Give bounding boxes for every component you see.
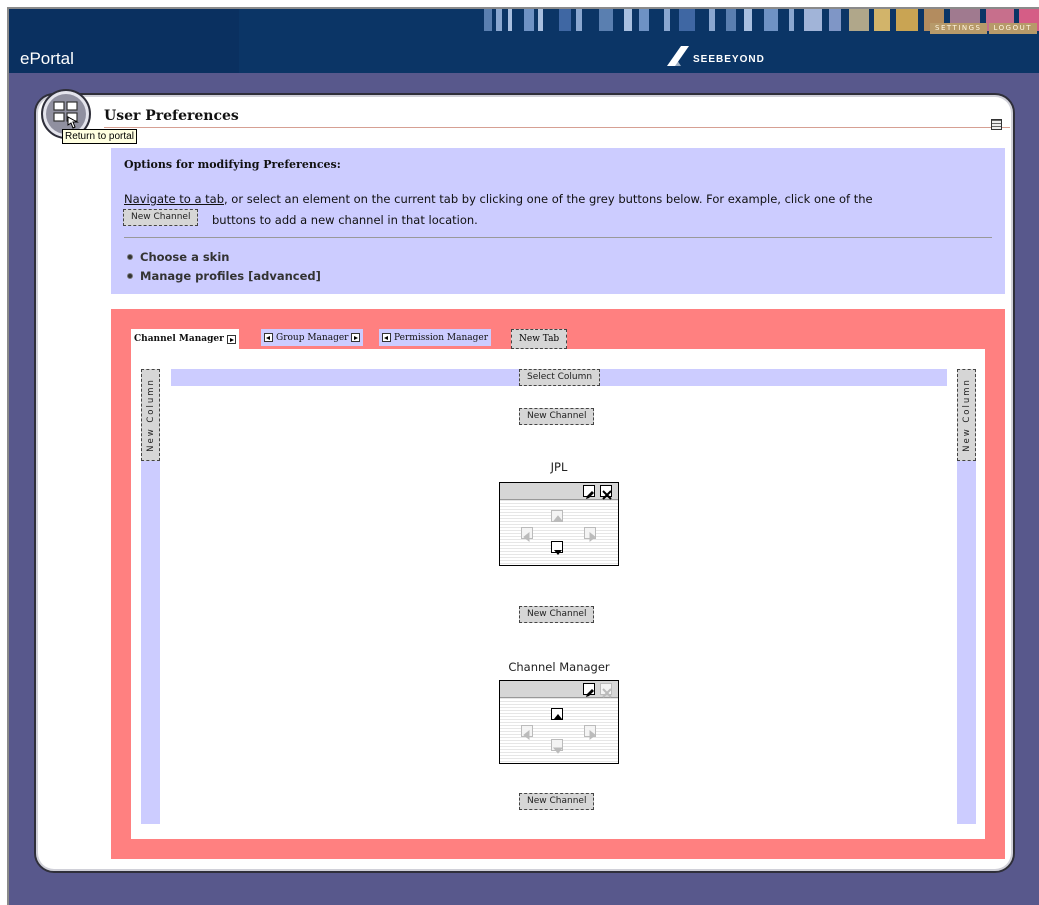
close-icon[interactable] bbox=[600, 485, 612, 500]
header-nav: SETTINGS LOGOUT bbox=[930, 23, 1037, 34]
move-left-icon bbox=[521, 725, 533, 741]
channel-jpl[interactable] bbox=[499, 482, 619, 566]
seebeyond-logo: SEEBEYOND bbox=[667, 45, 765, 67]
new-channel-button[interactable]: New Channel bbox=[519, 408, 595, 425]
move-tab-right-icon[interactable] bbox=[226, 334, 236, 344]
options-heading: Options for modifying Preferences: bbox=[124, 158, 341, 171]
edit-icon[interactable] bbox=[583, 485, 595, 499]
layout-editor: Channel Manager Group Manager Permission… bbox=[111, 309, 1005, 859]
brand-name: SEEBEYOND bbox=[693, 53, 765, 65]
channel-menu-icon[interactable] bbox=[991, 119, 1002, 130]
select-column-button[interactable]: Select Column bbox=[519, 369, 601, 386]
right-column-strip: New Column bbox=[957, 369, 976, 824]
options-box: Options for modifying Preferences: Navig… bbox=[111, 148, 1005, 294]
bullet-icon bbox=[127, 254, 133, 260]
manage-profiles-link[interactable]: Manage profiles [advanced] bbox=[127, 269, 321, 283]
move-right-icon bbox=[584, 725, 596, 741]
tab-content: New Column New Column Select Column New … bbox=[131, 349, 985, 839]
tab-label: Permission Manager bbox=[394, 332, 489, 343]
tab-channel-manager[interactable]: Channel Manager bbox=[131, 329, 239, 349]
move-down-icon bbox=[551, 739, 564, 754]
close-icon bbox=[600, 683, 612, 698]
tab-permission-manager[interactable]: Permission Manager bbox=[379, 329, 492, 346]
move-tab-right-icon[interactable] bbox=[351, 333, 361, 342]
choose-skin-link[interactable]: Choose a skin bbox=[127, 250, 229, 264]
grid-hand-icon bbox=[53, 101, 79, 129]
move-up-icon bbox=[551, 510, 564, 522]
options-divider bbox=[124, 237, 992, 238]
new-column-left-button[interactable]: New Column bbox=[141, 369, 160, 461]
new-channel-button[interactable]: New Channel bbox=[519, 606, 595, 623]
options-instruction-end: buttons to add a new channel in that loc… bbox=[212, 213, 478, 227]
app-title: ePortal bbox=[20, 49, 74, 68]
left-column-strip: New Column bbox=[141, 369, 160, 824]
return-to-portal-tooltip: Return to portal bbox=[62, 129, 137, 144]
move-tab-left-icon[interactable] bbox=[382, 333, 391, 342]
move-up-icon[interactable] bbox=[551, 708, 563, 720]
edit-icon[interactable] bbox=[583, 683, 595, 697]
title-divider bbox=[104, 127, 1010, 128]
options-instruction-text: , or select an element on the current ta… bbox=[224, 192, 873, 206]
new-channel-button[interactable]: New Channel bbox=[519, 793, 595, 810]
navigate-to-tab-link[interactable]: Navigate to a tab bbox=[124, 192, 224, 206]
page-title: User Preferences bbox=[104, 108, 239, 124]
move-down-icon[interactable] bbox=[551, 541, 563, 555]
manage-profiles-label: Manage profiles [advanced] bbox=[140, 269, 321, 283]
new-column-right-button[interactable]: New Column bbox=[957, 369, 976, 461]
new-column-label: New Column bbox=[961, 378, 972, 452]
tab-group-manager[interactable]: Group Manager bbox=[261, 329, 364, 346]
move-right-icon bbox=[584, 527, 596, 543]
logout-link[interactable]: LOGOUT bbox=[988, 23, 1037, 34]
bullet-icon bbox=[127, 273, 133, 279]
options-instruction: Navigate to a tab, or select an element … bbox=[124, 192, 873, 206]
tab-label: Channel Manager bbox=[134, 334, 224, 344]
choose-skin-label: Choose a skin bbox=[140, 250, 230, 264]
new-column-label: New Column bbox=[145, 378, 156, 452]
tab-label: Group Manager bbox=[276, 332, 349, 343]
settings-link[interactable]: SETTINGS bbox=[930, 23, 987, 34]
seebeyond-logo-icon bbox=[667, 46, 689, 66]
move-tab-left-icon[interactable] bbox=[264, 333, 273, 342]
channel-title: Channel Manager bbox=[508, 660, 610, 674]
browser-viewport: ePortal SETTINGS LOGOUT SEEBEYOND Return… bbox=[7, 7, 1039, 905]
move-left-icon bbox=[521, 527, 533, 543]
portal-header: ePortal SETTINGS LOGOUT SEEBEYOND bbox=[9, 9, 1039, 73]
new-tab-button[interactable]: New Tab bbox=[511, 329, 568, 349]
channel-title: JPL bbox=[550, 460, 568, 474]
channel-channel-manager[interactable] bbox=[499, 680, 619, 764]
example-new-channel-button[interactable]: New Channel bbox=[123, 209, 199, 226]
